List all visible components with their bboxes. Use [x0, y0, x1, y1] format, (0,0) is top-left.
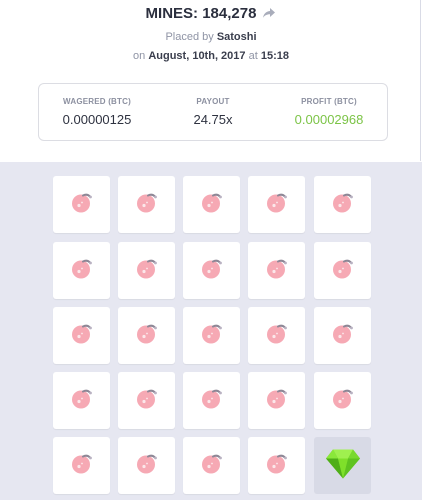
- board-tile[interactable]: [53, 372, 110, 429]
- time-prefix: at: [245, 50, 261, 62]
- wagered-stat: WAGERED (BTC) 0.00000125: [39, 84, 155, 140]
- mine-icon: [332, 387, 354, 414]
- board-tile[interactable]: [314, 372, 371, 429]
- payout-value: 24.75x: [193, 112, 233, 127]
- mine-icon: [136, 257, 158, 284]
- bet-time: 15:18: [260, 50, 289, 62]
- share-icon[interactable]: [262, 7, 276, 19]
- board-tile[interactable]: [314, 437, 371, 494]
- bet-date: August, 10th, 2017: [148, 50, 246, 62]
- mine-icon: [201, 322, 223, 349]
- board-tile[interactable]: [248, 372, 305, 429]
- mine-icon: [136, 452, 158, 479]
- board-tile[interactable]: [53, 176, 110, 233]
- mine-icon: [332, 322, 354, 349]
- wagered-label: WAGERED (BTC): [63, 97, 131, 106]
- mine-icon: [71, 191, 93, 218]
- mine-icon: [332, 257, 354, 284]
- mines-board: [0, 162, 422, 500]
- player-name[interactable]: Satoshi: [217, 31, 257, 43]
- date-prefix: on: [133, 50, 149, 62]
- profit-stat: PROFIT (BTC) 0.00002968: [271, 84, 387, 140]
- board-tile[interactable]: [183, 242, 240, 299]
- placed-by-line: Placed by Satoshi: [0, 31, 422, 43]
- bet-header: MINES: 184,278 Placed by Satoshi on Augu…: [0, 0, 421, 161]
- mine-icon: [136, 322, 158, 349]
- board-tile[interactable]: [118, 437, 175, 494]
- mine-icon: [71, 322, 93, 349]
- wagered-value: 0.00000125: [62, 112, 132, 127]
- mine-icon: [201, 191, 223, 218]
- mine-icon: [266, 322, 288, 349]
- board-tile[interactable]: [248, 437, 305, 494]
- board-tile[interactable]: [314, 307, 371, 364]
- mines-bet-details: MINES: 184,278 Placed by Satoshi on Augu…: [0, 0, 422, 500]
- board-tile[interactable]: [248, 242, 305, 299]
- mine-icon: [266, 452, 288, 479]
- game-title: MINES: 184,278: [145, 4, 257, 22]
- mine-icon: [71, 387, 93, 414]
- game-title-row: MINES: 184,278: [0, 2, 422, 24]
- mine-icon: [71, 452, 93, 479]
- board-tile[interactable]: [53, 242, 110, 299]
- board-tile[interactable]: [53, 437, 110, 494]
- payout-label: PAYOUT: [196, 97, 230, 106]
- placed-by-prefix: Placed by: [165, 31, 217, 43]
- profit-label: PROFIT (BTC): [301, 97, 357, 106]
- board-tile[interactable]: [314, 176, 371, 233]
- board-tile[interactable]: [183, 372, 240, 429]
- mine-icon: [201, 387, 223, 414]
- payout-stat: PAYOUT 24.75x: [155, 84, 271, 140]
- board-tile[interactable]: [248, 307, 305, 364]
- board-tile[interactable]: [314, 242, 371, 299]
- mine-icon: [136, 387, 158, 414]
- mine-icon: [266, 257, 288, 284]
- board-tile[interactable]: [118, 307, 175, 364]
- board-tile[interactable]: [183, 307, 240, 364]
- stats-card: WAGERED (BTC) 0.00000125 PAYOUT 24.75x P…: [38, 83, 388, 141]
- board-tile[interactable]: [183, 437, 240, 494]
- date-line: on August, 10th, 2017 at 15:18: [0, 50, 422, 62]
- mine-icon: [136, 191, 158, 218]
- board-tile[interactable]: [118, 372, 175, 429]
- gem-icon: [324, 445, 362, 486]
- board-tile[interactable]: [118, 176, 175, 233]
- board-tile[interactable]: [53, 307, 110, 364]
- mine-icon: [266, 191, 288, 218]
- board-tile[interactable]: [183, 176, 240, 233]
- mine-icon: [332, 191, 354, 218]
- mine-icon: [201, 452, 223, 479]
- mine-icon: [266, 387, 288, 414]
- mine-icon: [201, 257, 223, 284]
- board-tile[interactable]: [118, 242, 175, 299]
- board-tile[interactable]: [248, 176, 305, 233]
- profit-value: 0.00002968: [294, 112, 364, 127]
- mine-icon: [71, 257, 93, 284]
